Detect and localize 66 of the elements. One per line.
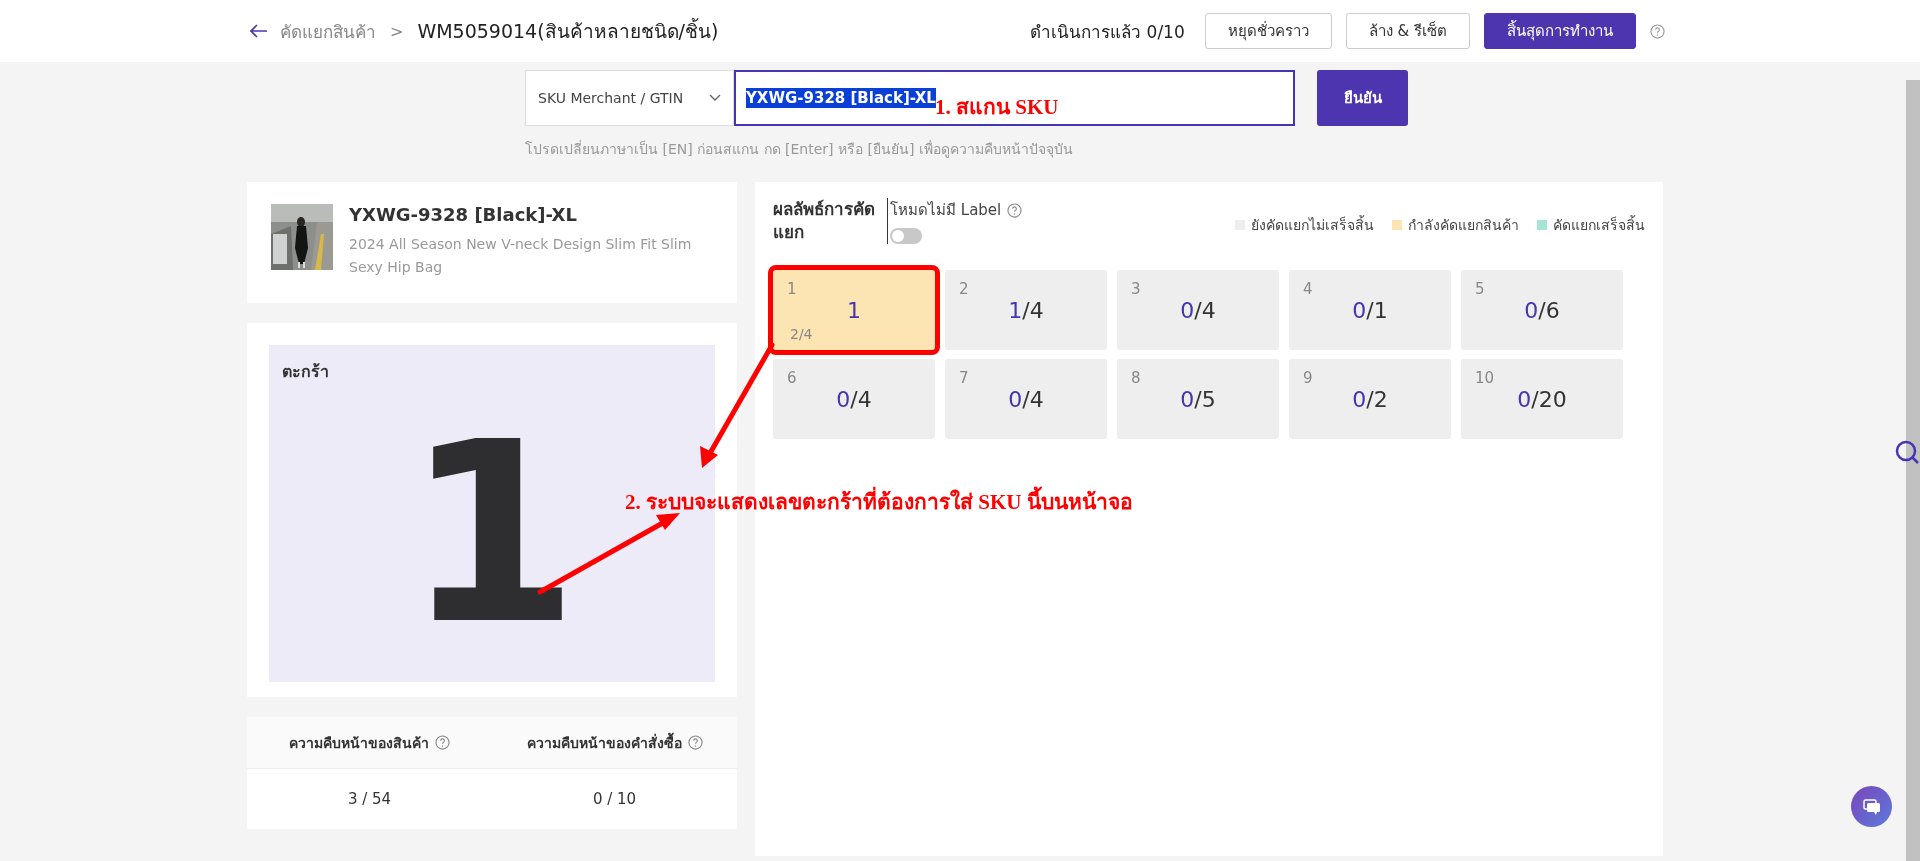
label-mode-toggle[interactable] — [890, 228, 922, 244]
basket-tile-count: 0/6 — [1523, 298, 1561, 323]
back-arrow-icon — [250, 24, 268, 38]
legend-label: คัดแยกเสร็จสิ้น — [1553, 214, 1645, 235]
annotation-text: 1. สแกน SKU — [935, 95, 1059, 121]
basket-tile[interactable]: 5 0/6 — [1461, 270, 1623, 350]
table-cell: 3 / 54 — [347, 790, 392, 808]
search-icon[interactable] — [1895, 440, 1920, 465]
basket-tile-number: 10 — [1475, 369, 1495, 387]
back-link[interactable]: คัดแยกสินค้า — [250, 17, 376, 45]
legend-label: กำลังคัดแยกสินค้า — [1408, 216, 1519, 235]
help-icon[interactable] — [1650, 23, 1665, 39]
basket-tile-count: 0/4 — [1179, 298, 1217, 323]
action-button[interactable]: ล้าง & รีเซ็ต — [1345, 13, 1470, 49]
basket-tile-count: 0/1 — [1351, 298, 1389, 323]
basket-tile-number: 6 — [787, 369, 797, 387]
basket-tile[interactable]: 10 0/20 — [1461, 359, 1623, 439]
basket-tile-number: 5 — [1475, 280, 1485, 298]
basket-tile[interactable]: 8 0/5 — [1117, 359, 1279, 439]
basket-tile-count: 0/4 — [1007, 387, 1045, 412]
basket-tile[interactable]: 9 0/2 — [1289, 359, 1451, 439]
label-mode-text: โหมดไม่มี Label — [890, 200, 1002, 221]
basket-tile[interactable]: 6 0/4 — [773, 359, 935, 439]
basket-tile-number: 1 — [787, 280, 797, 298]
scrollbar[interactable] — [1906, 80, 1920, 861]
basket-tile-count: 0/4 — [835, 387, 873, 412]
column-header: ความคืบหน้าของคำสั่งซื้อ — [526, 731, 682, 753]
scan-mode-dropdown[interactable]: SKU Merchant / GTIN — [525, 70, 734, 126]
chat-button[interactable] — [1851, 786, 1892, 827]
basket-tile[interactable]: 7 0/4 — [945, 359, 1107, 439]
basket-tile-number: 7 — [959, 369, 969, 387]
help-icon[interactable] — [687, 735, 703, 750]
basket-tile-number: 9 — [1303, 369, 1313, 387]
basket-tile[interactable]: 4 0/1 — [1289, 270, 1451, 350]
chevron-icon — [709, 94, 721, 102]
help-icon[interactable] — [435, 735, 450, 750]
annotation-text: 2. ระบบจะแสดงเลขตะกร้าที่ต้องการใส่ SKU นี้บนหน้าจอ — [625, 485, 1133, 518]
basket-number: 1 — [405, 408, 579, 659]
basket-tile-count: 1/4 — [1007, 298, 1045, 323]
basket-tile[interactable]: 3 0/4 — [1117, 270, 1279, 350]
basket-tile-count: 0/5 — [1179, 387, 1217, 412]
breadcrumb-separator: > — [390, 21, 404, 41]
basket-tile-number: 2 — [959, 280, 969, 298]
scan-hint: โปรดเปลี่ยนภาษาเป็น [EN] ก่อนสแกน กด [Enter] หรือ [ยืนยัน] เพื่อดูความคืบหน้าปัจจุบัน — [525, 139, 1074, 160]
results-title: ผลลัพธ์การคัดแยก — [773, 198, 876, 244]
help-icon[interactable] — [1007, 202, 1023, 218]
column-header: ความคืบหน้าของสินค้า — [289, 733, 429, 753]
basket-label: ตะกร้า — [282, 361, 329, 383]
legend-label: ยังคัดแยกไม่เสร็จสิ้น — [1251, 214, 1374, 235]
basket-tile-number: 4 — [1303, 280, 1313, 298]
basket-tile-number: 8 — [1131, 369, 1141, 387]
basket-tile-number: 3 — [1131, 280, 1141, 298]
product-name: 2024 All Season New V-neck Design Slim Fit Slim Sexy Hip Bag — [349, 235, 693, 277]
confirm-button[interactable]: ยืนยัน — [1317, 70, 1408, 126]
table-cell: 0 / 10 — [592, 790, 637, 808]
basket-tile-progress: 2/4 — [790, 326, 813, 342]
basket-tile-count: 1 — [846, 298, 862, 323]
page-title: WM5059014(สินค้าหลายชนิด/ชิ้น) — [417, 17, 719, 44]
product-sku: YXWG-9328 [Black]-XL — [349, 204, 578, 225]
basket-tile-count: 0/20 — [1516, 387, 1568, 412]
basket-tile[interactable]: 2 1/4 — [945, 270, 1107, 350]
basket-tile-count: 0/2 — [1351, 387, 1389, 412]
action-button[interactable]: หยุดชั่วคราว — [1204, 13, 1332, 49]
chat-icon — [1862, 798, 1881, 815]
finish-button[interactable]: สิ้นสุดการทำงาน — [1484, 13, 1636, 49]
progress-text: ดำเนินการแล้ว 0/10 — [1030, 20, 1185, 44]
